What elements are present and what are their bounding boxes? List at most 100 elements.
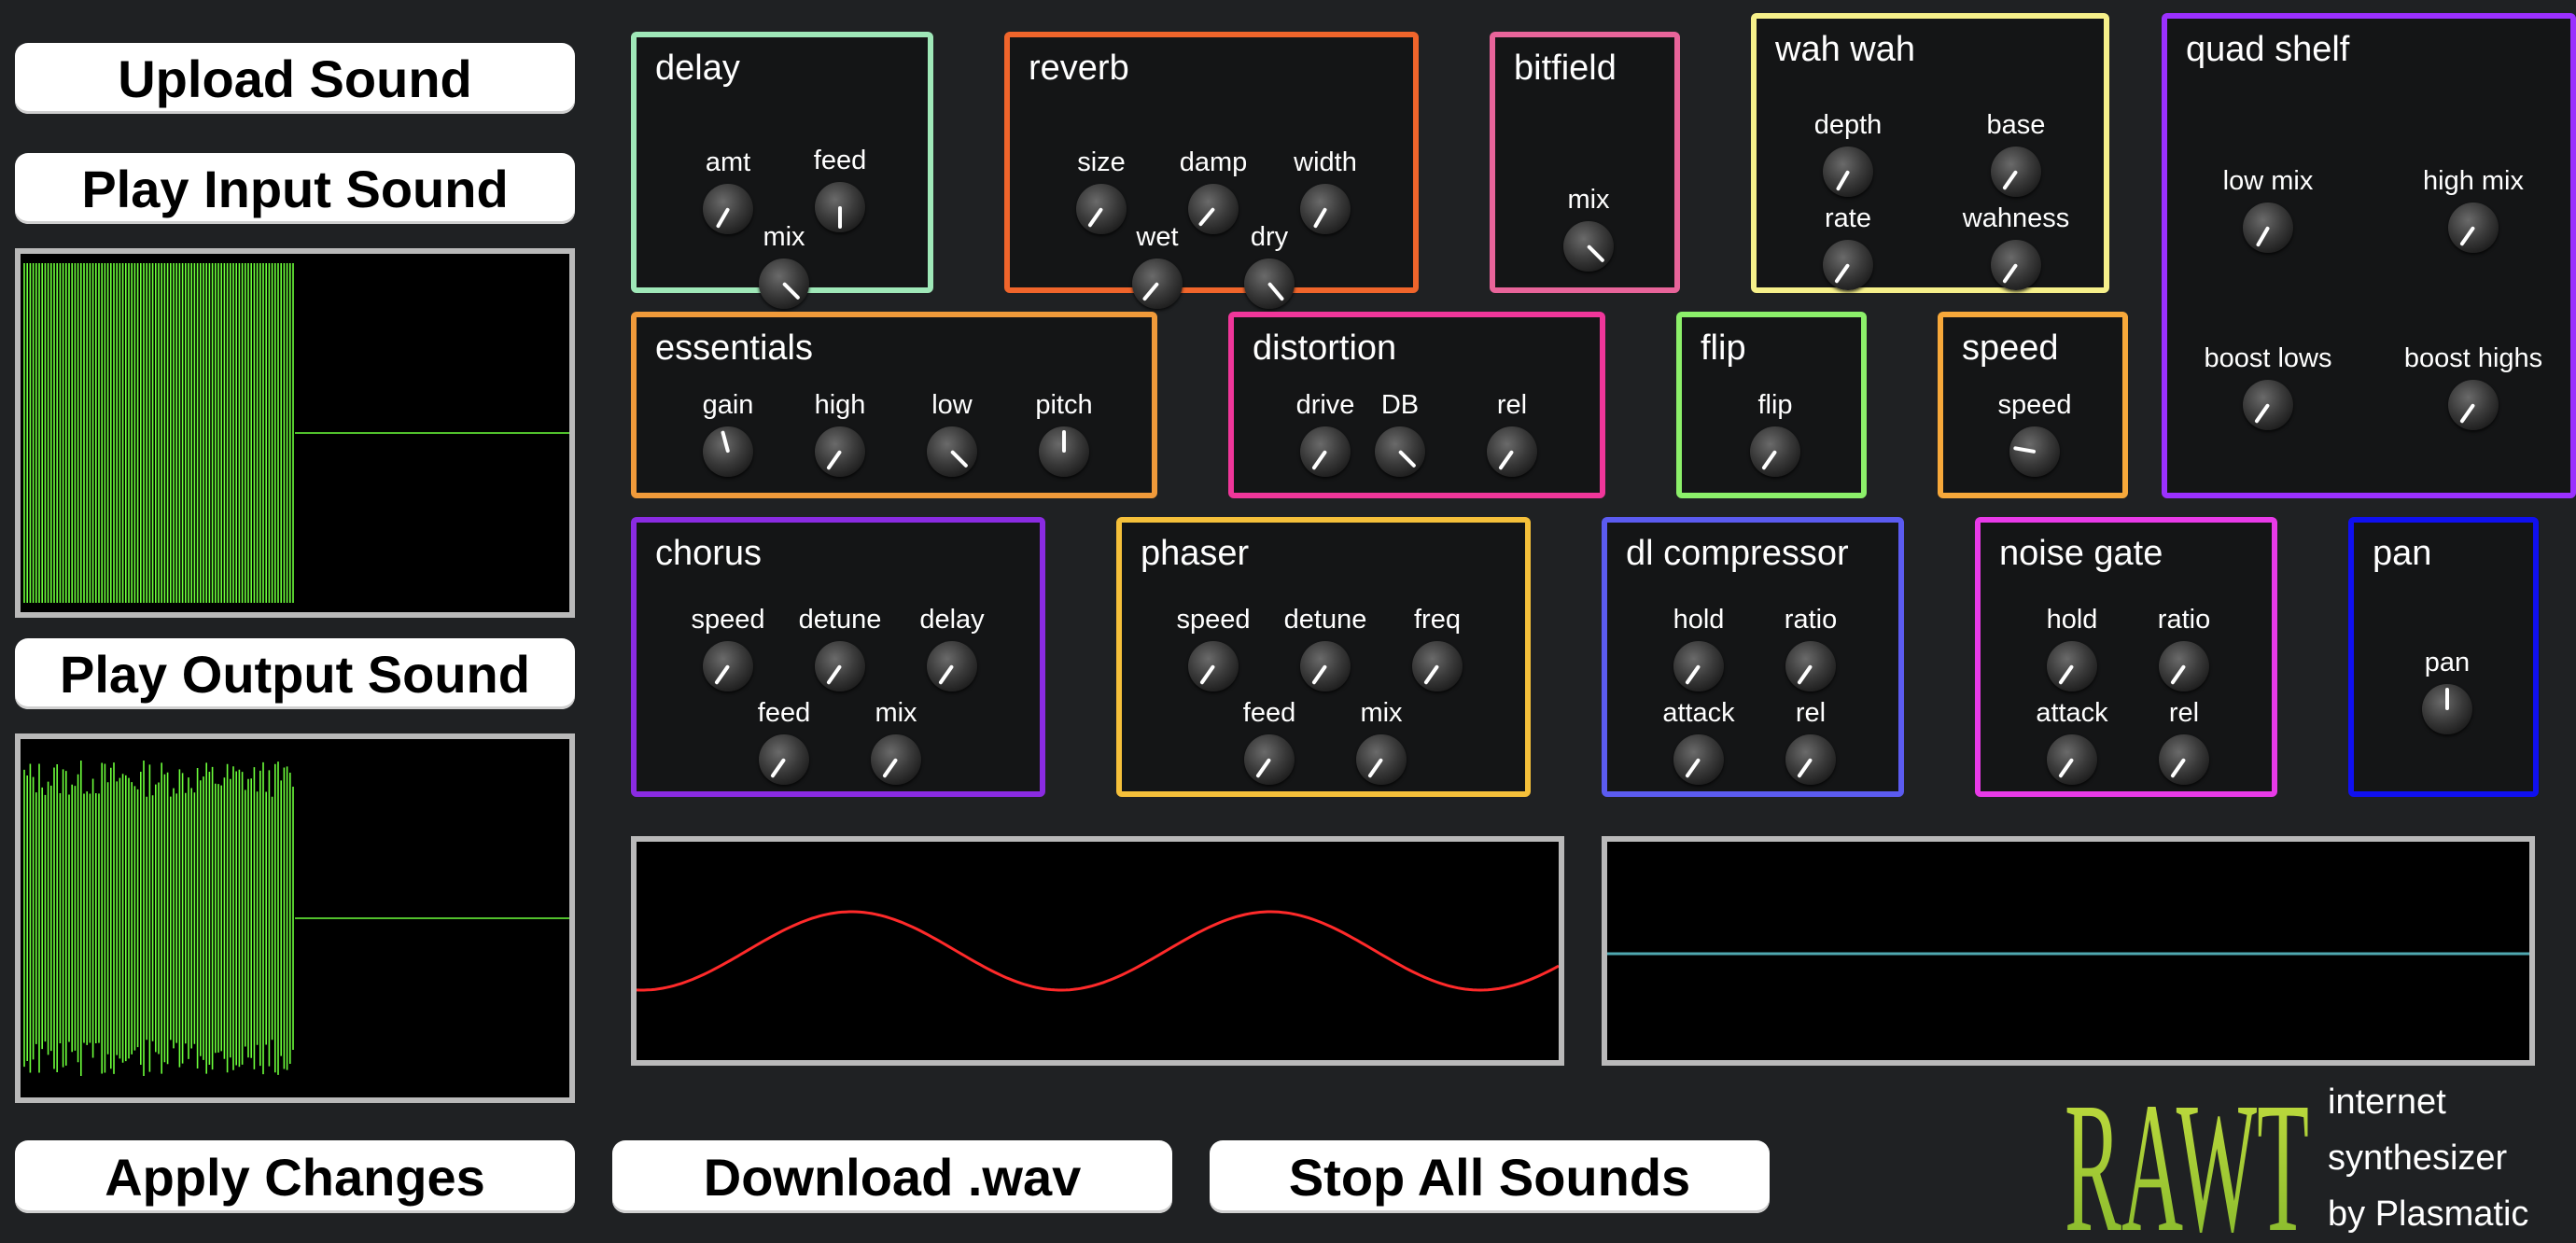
knob-label: mix [1360,698,1403,728]
knob-indicator [1311,664,1328,685]
knob-label: ratio [2157,605,2211,635]
panel-title: bitfield [1514,49,1617,88]
knob-indicator [2170,758,2187,778]
rotary-knob-icon[interactable] [1039,426,1089,477]
knob-indicator [2058,664,2075,685]
panel-title: reverb [1029,49,1129,88]
rotary-knob-icon[interactable] [2009,426,2060,477]
rotary-knob-icon[interactable] [1244,734,1295,785]
rotary-knob-icon[interactable] [1412,641,1463,691]
knob-label: rel [1496,390,1528,420]
effect-panel-wahwah: wah wah depth base rate wahness [1751,13,2109,293]
rotary-knob-icon[interactable] [703,641,753,691]
input-waveform-display [15,248,575,618]
svg-text:RAWT: RAWT [2065,1081,2309,1239]
panel-title: pan [2373,534,2432,573]
rotary-knob-icon[interactable] [1991,147,2041,197]
rotary-knob-icon[interactable] [1673,641,1724,691]
rotary-knob-icon[interactable] [1375,426,1425,477]
flat-signal-line [1607,952,2529,956]
input-waveform [23,263,569,603]
rotary-knob-icon[interactable] [2159,641,2209,691]
knob-indicator [2445,688,2449,710]
rotary-knob-icon[interactable] [2422,684,2472,734]
knob-label: pan [2424,648,2471,677]
knob-label: boost highs [2403,343,2543,373]
panel-title: noise gate [1999,534,2163,573]
rotary-knob-icon[interactable] [1673,734,1724,785]
rotary-knob-icon[interactable] [1991,240,2041,290]
effect-panel-reverb: reverb size damp width wet dry [1004,32,1419,309]
rotary-knob-icon[interactable] [1823,240,1873,290]
lfo-sine-wave [637,910,1559,992]
panel-title: quad shelf [2186,30,2350,69]
knob-indicator [1199,664,1216,685]
effect-panel-chorus: chorus speed detune delay feed mix [631,517,1045,797]
rotary-knob-icon[interactable] [815,641,865,691]
rotary-knob-icon[interactable] [927,426,977,477]
rotary-knob-icon[interactable] [759,734,809,785]
knob-indicator [938,664,955,685]
knob-indicator [1397,449,1417,468]
knob-indicator [1586,244,1605,263]
knob-label: high mix [2423,166,2524,196]
effect-panel-speed: speed speed [1938,312,2128,498]
knob-label: boost lows [2204,343,2332,373]
knob-indicator [826,450,843,470]
play-output-sound-button[interactable]: Play Output Sound [15,638,575,709]
knob-indicator [1141,281,1160,301]
knob-indicator [1062,430,1066,453]
rotary-knob-icon[interactable] [1356,734,1407,785]
effect-panel-bitfield: bitfield mix [1490,32,1680,293]
rotary-knob-icon[interactable] [2047,734,2097,785]
knob-label: speed [1997,390,2072,420]
play-input-sound-button[interactable]: Play Input Sound [15,153,575,224]
knob-indicator [1685,758,1701,778]
effect-panel-delay: delay amt feed mix [631,32,933,309]
rotary-knob-icon[interactable] [2243,380,2293,430]
rotary-knob-icon[interactable] [1563,221,1614,272]
knob-label: dry [1250,222,1289,252]
effect-panel-phaser: phaser speed detune freq feed mix [1116,517,1531,797]
upload-sound-button[interactable]: Upload Sound [15,43,575,114]
stop-all-sounds-button[interactable]: Stop All Sounds [1210,1140,1770,1213]
rotary-knob-icon[interactable] [1300,641,1351,691]
knob-indicator [2002,263,2019,284]
knob-indicator [714,664,731,685]
rotary-knob-icon[interactable] [1785,641,1836,691]
knob-label: delay [919,605,985,635]
knob-indicator [882,758,899,778]
rotary-knob-icon[interactable] [1244,258,1295,309]
knob-indicator [1797,664,1813,685]
rotary-knob-icon[interactable] [1750,426,1800,477]
logo-tagline-line2: synthesizer [2328,1138,2508,1178]
rotary-knob-icon[interactable] [759,258,809,309]
rotary-knob-icon[interactable] [1188,641,1239,691]
rotary-knob-icon[interactable] [1132,258,1183,309]
knob-label: mix [763,222,805,252]
rotary-knob-icon[interactable] [1823,147,1873,197]
knob-label: pitch [1035,390,1093,420]
knob-label: feed [813,146,867,175]
apply-changes-button[interactable]: Apply Changes [15,1140,575,1213]
rotary-knob-icon[interactable] [1785,734,1836,785]
knob-indicator [1797,758,1813,778]
knob-label: base [1986,110,2046,140]
rotary-knob-icon[interactable] [1487,426,1537,477]
knob-indicator [770,758,787,778]
knob-indicator [1255,758,1272,778]
rotary-knob-icon[interactable] [1300,426,1351,477]
rotary-knob-icon[interactable] [2243,203,2293,253]
rotary-knob-icon[interactable] [871,734,921,785]
rotary-knob-icon[interactable] [2448,380,2499,430]
rotary-knob-icon[interactable] [815,426,865,477]
rotary-knob-icon[interactable] [2047,641,2097,691]
output-waveform-display [15,733,575,1103]
download-wav-button[interactable]: Download .wav [612,1140,1172,1213]
panel-title: essentials [655,328,813,368]
knob-indicator [949,449,969,468]
rotary-knob-icon[interactable] [2159,734,2209,785]
rotary-knob-icon[interactable] [927,641,977,691]
rotary-knob-icon[interactable] [2448,203,2499,253]
rotary-knob-icon[interactable] [703,426,753,477]
